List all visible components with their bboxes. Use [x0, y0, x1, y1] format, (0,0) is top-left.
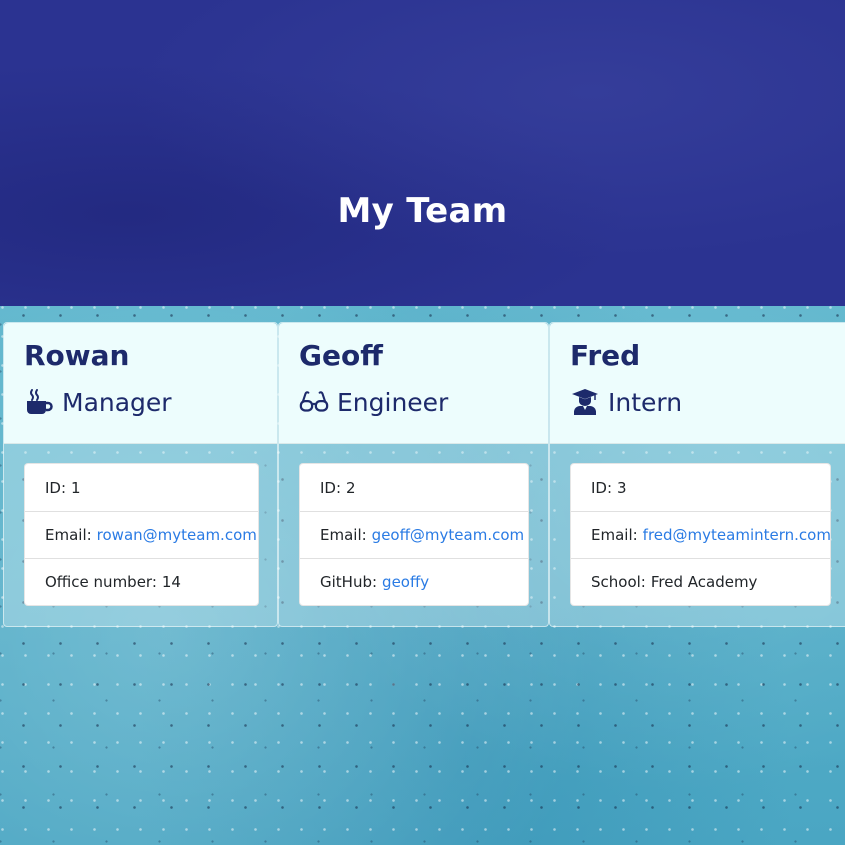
email-row: Email: rowan@myteam.com — [25, 511, 258, 558]
card-header: Geoff Engineer — [279, 323, 548, 444]
role-label: Engineer — [337, 387, 449, 417]
email-row: Email: fred@myteamintern.com — [571, 511, 831, 558]
school-row: School: Fred Academy — [571, 558, 830, 605]
id-label: ID: — [320, 478, 342, 497]
card-header: Fred Intern — [550, 323, 845, 444]
employee-role: Manager — [24, 387, 172, 417]
coffee-mug-icon — [24, 387, 54, 417]
card-header: Rowan Manager — [4, 323, 277, 444]
github-label: GitHub: — [320, 573, 378, 591]
office-number-value: 14 — [161, 573, 181, 591]
id-row: ID: 3 — [571, 464, 830, 511]
school-value: Fred Academy — [650, 573, 758, 591]
employee-details-list: ID: 3 Email: fred@myteamintern.com Schoo… — [570, 463, 831, 606]
role-label: Manager — [62, 387, 172, 417]
office-number-row: Office number: 14 — [25, 558, 258, 605]
employee-details-list: ID: 2 Email: geoff@myteam.com GitHub: ge… — [299, 463, 529, 606]
github-row: GitHub: geoffy — [300, 558, 528, 605]
id-value: 1 — [71, 478, 81, 497]
employee-name: Geoff — [299, 339, 383, 372]
email-row: Email: geoff@myteam.com — [300, 511, 528, 558]
employee-card-intern: Fred Intern ID: 3 Email: fred@myteaminte… — [549, 322, 845, 627]
id-row: ID: 2 — [300, 464, 528, 511]
employee-details-list: ID: 1 Email: rowan@myteam.com Office num… — [24, 463, 259, 606]
id-label: ID: — [45, 478, 67, 497]
email-label: Email: — [320, 526, 367, 544]
glasses-icon — [299, 387, 329, 417]
team-header: My Team — [0, 0, 845, 306]
id-value: 2 — [346, 478, 356, 497]
id-value: 3 — [617, 478, 627, 497]
employee-card-engineer: Geoff Engineer ID: 2 Email: geoff@myteam… — [278, 322, 549, 627]
email-label: Email: — [45, 526, 92, 544]
id-row: ID: 1 — [25, 464, 258, 511]
school-label: School: — [591, 573, 646, 591]
role-label: Intern — [608, 387, 683, 417]
github-link[interactable]: geoffy — [382, 573, 429, 591]
employee-name: Rowan — [24, 339, 130, 372]
employee-role: Intern — [570, 387, 682, 417]
email-link[interactable]: geoff@myteam.com — [372, 526, 524, 544]
graduate-icon — [570, 387, 600, 417]
page-title: My Team — [337, 191, 508, 231]
office-number-label: Office number: — [45, 573, 157, 591]
email-label: Email: — [591, 526, 638, 544]
id-label: ID: — [591, 478, 613, 497]
employee-role: Engineer — [299, 387, 448, 417]
employee-name: Fred — [570, 339, 641, 372]
email-link[interactable]: fred@myteamintern.com — [643, 526, 831, 544]
email-link[interactable]: rowan@myteam.com — [97, 526, 257, 544]
employee-card-manager: Rowan Manager ID: 1 Email: rowan@myteam.… — [3, 322, 278, 627]
